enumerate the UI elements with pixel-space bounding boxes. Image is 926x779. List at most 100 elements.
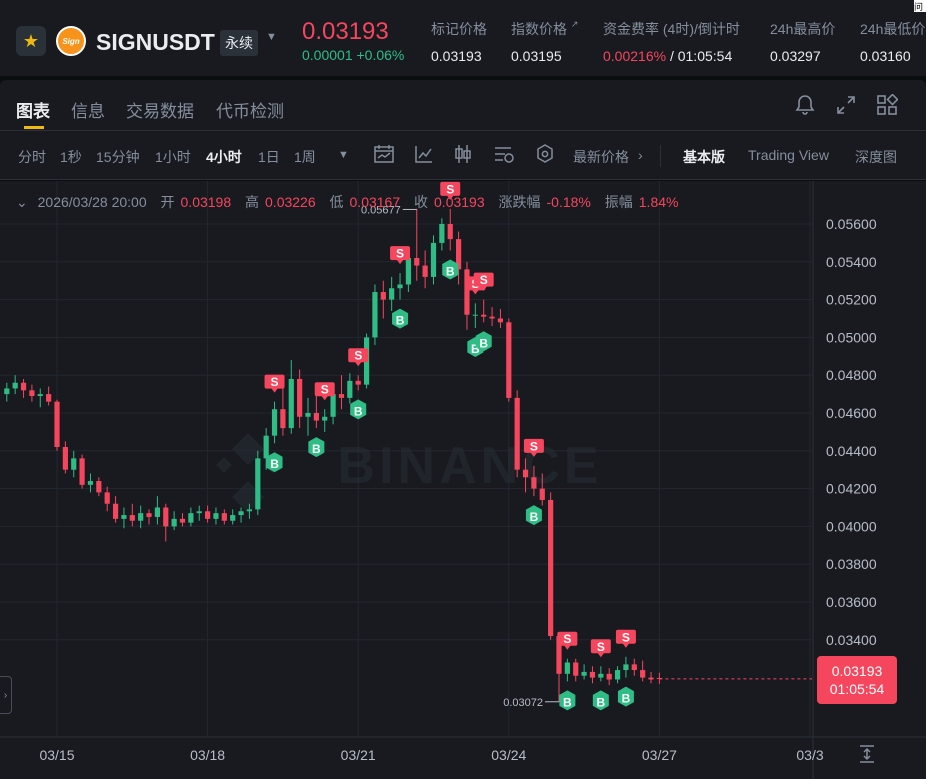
high-24h-value: 0.03297 xyxy=(770,48,821,64)
buy-signal-label: B xyxy=(596,695,605,709)
change-abs: 0.00001 xyxy=(302,47,353,63)
funding-rate-stat: 资金费率 (4时)/倒计时 0.00216% / 01:05:54 xyxy=(603,19,740,64)
layout-grid-icon[interactable] xyxy=(876,93,899,121)
candle-body xyxy=(71,458,77,470)
buy-signal-label: B xyxy=(354,404,363,418)
candle-body xyxy=(564,662,570,674)
interval-time[interactable]: 分时 xyxy=(18,147,46,167)
candle-body xyxy=(414,258,420,266)
y-axis-tick-label: 0.04400 xyxy=(826,443,877,459)
interval-1s[interactable]: 1秒 xyxy=(60,147,82,167)
favorite-star-icon[interactable]: ★ xyxy=(16,26,46,56)
candle-body xyxy=(129,515,135,521)
current-price-tag: 0.03193 01:05:54 xyxy=(817,656,897,704)
candlestick-chart[interactable]: 0.05600 0.05400 0.05200 0.05000 0.04800 0.046… xyxy=(0,181,926,779)
index-price-label-row[interactable]: 指数价格 ↗ xyxy=(511,19,578,39)
sell-signal-label: S xyxy=(530,439,538,453)
reset-scale-icon[interactable] xyxy=(858,744,876,769)
drawing-tools-icon[interactable] xyxy=(492,143,516,170)
view-depth[interactable]: 深度图 xyxy=(855,147,897,167)
sell-signal-label: S xyxy=(622,630,630,644)
corner-help-button[interactable]: 问 xyxy=(914,0,926,12)
more-intervals-caret-icon[interactable]: ▼ xyxy=(338,149,349,161)
ohlc-change-label: 涨跌幅 xyxy=(498,194,541,210)
buy-signal-label: B xyxy=(622,692,631,706)
candle-body xyxy=(96,481,102,493)
candle-body xyxy=(614,670,621,680)
funding-value-row: 0.00216% / 01:05:54 xyxy=(603,48,740,64)
y-axis-tick-label: 0.04800 xyxy=(826,367,877,383)
candle-body xyxy=(506,322,512,398)
symbol-name[interactable]: SIGNUSDT xyxy=(96,29,215,56)
price-change: 0.00001 +0.06% xyxy=(302,47,404,63)
interval-1h[interactable]: 1小时 xyxy=(155,147,191,167)
y-axis-tick-label: 0.03400 xyxy=(826,632,877,648)
candle-body xyxy=(280,409,286,429)
tab-chart[interactable]: 图表 xyxy=(16,97,50,122)
ohlc-low: 0.03167 xyxy=(349,194,401,210)
tab-trading-data[interactable]: 交易数据 xyxy=(126,97,194,122)
toolbar-divider xyxy=(660,145,661,167)
index-price-label: 指数价格 xyxy=(511,21,567,37)
change-pct: +0.06% xyxy=(356,47,405,63)
tab-info[interactable]: 信息 xyxy=(71,97,105,122)
sell-signal-label: S xyxy=(271,375,279,389)
interval-1w[interactable]: 1周 xyxy=(294,147,316,167)
mark-price-stat: 标记价格 0.03193 xyxy=(431,19,487,64)
candle-body xyxy=(481,314,487,317)
price-type-select[interactable]: 最新价格 xyxy=(573,147,629,167)
candle-body xyxy=(522,469,529,478)
ohlc-low-label: 低 xyxy=(329,194,344,210)
chevron-down-icon[interactable]: ▼ xyxy=(266,31,277,43)
candle-type-icon[interactable] xyxy=(452,143,474,170)
x-axis-tick-label: 03/24 xyxy=(491,747,526,763)
candle-body xyxy=(263,435,269,459)
bell-icon[interactable] xyxy=(795,94,815,121)
ohlc-open: 0.03198 xyxy=(180,194,232,210)
candle-body xyxy=(79,458,85,485)
candle-body xyxy=(606,673,612,680)
y-axis-tick-label: 0.03600 xyxy=(826,594,877,610)
chevron-right-icon[interactable]: › xyxy=(638,147,643,163)
fullscreen-icon[interactable] xyxy=(836,94,856,121)
y-axis-tick-label: 0.04000 xyxy=(826,518,877,534)
candle-body xyxy=(121,515,127,519)
view-basic[interactable]: 基本版 xyxy=(683,147,725,167)
candle-body xyxy=(330,394,336,417)
view-tradingview[interactable]: Trading View xyxy=(748,147,829,163)
expand-left-icon[interactable]: › xyxy=(0,676,12,714)
candle-body xyxy=(154,507,160,517)
candle-body xyxy=(146,513,152,517)
candle-body xyxy=(196,511,202,514)
active-tab-indicator xyxy=(24,126,44,129)
sell-signal-label: S xyxy=(321,383,329,397)
interval-1d[interactable]: 1日 xyxy=(258,147,280,167)
chart-toolbar: 分时 1秒 15分钟 1小时 4小时 1日 1周 ▼ 最新价格 › 基本版 Tr… xyxy=(0,130,926,180)
candle-body xyxy=(213,513,219,519)
sell-signal-label: S xyxy=(480,273,488,287)
candle-body xyxy=(631,664,637,671)
sell-signal-label: S xyxy=(597,640,605,654)
ohlc-timestamp: 2026/03/28 20:00 xyxy=(37,194,147,210)
indicator-icon[interactable] xyxy=(373,143,395,170)
candle-body xyxy=(581,671,587,676)
chart-area[interactable]: 0.05600 0.05400 0.05200 0.05000 0.04800 0.046… xyxy=(0,181,926,779)
interval-15m[interactable]: 15分钟 xyxy=(96,147,140,167)
settings-icon[interactable] xyxy=(534,143,556,170)
ohlc-close-label: 收 xyxy=(414,194,429,210)
candle-body xyxy=(221,513,227,521)
candle-body xyxy=(389,288,395,300)
x-axis-tick-label: 03/18 xyxy=(190,747,225,763)
ohlc-open-label: 开 xyxy=(160,194,175,210)
x-axis-tick-label: 03/21 xyxy=(341,747,376,763)
tab-token-check[interactable]: 代币检测 xyxy=(216,97,284,122)
candle-body xyxy=(598,673,604,678)
candle-body xyxy=(439,224,445,243)
candle-body xyxy=(255,458,261,510)
external-link-icon[interactable]: ↗ xyxy=(571,19,579,29)
line-chart-icon[interactable] xyxy=(413,143,435,170)
candle-body xyxy=(355,380,361,385)
candle-body xyxy=(46,394,52,402)
collapse-caret-icon[interactable]: ⌄ xyxy=(16,194,28,210)
interval-4h[interactable]: 4小时 xyxy=(206,147,242,167)
